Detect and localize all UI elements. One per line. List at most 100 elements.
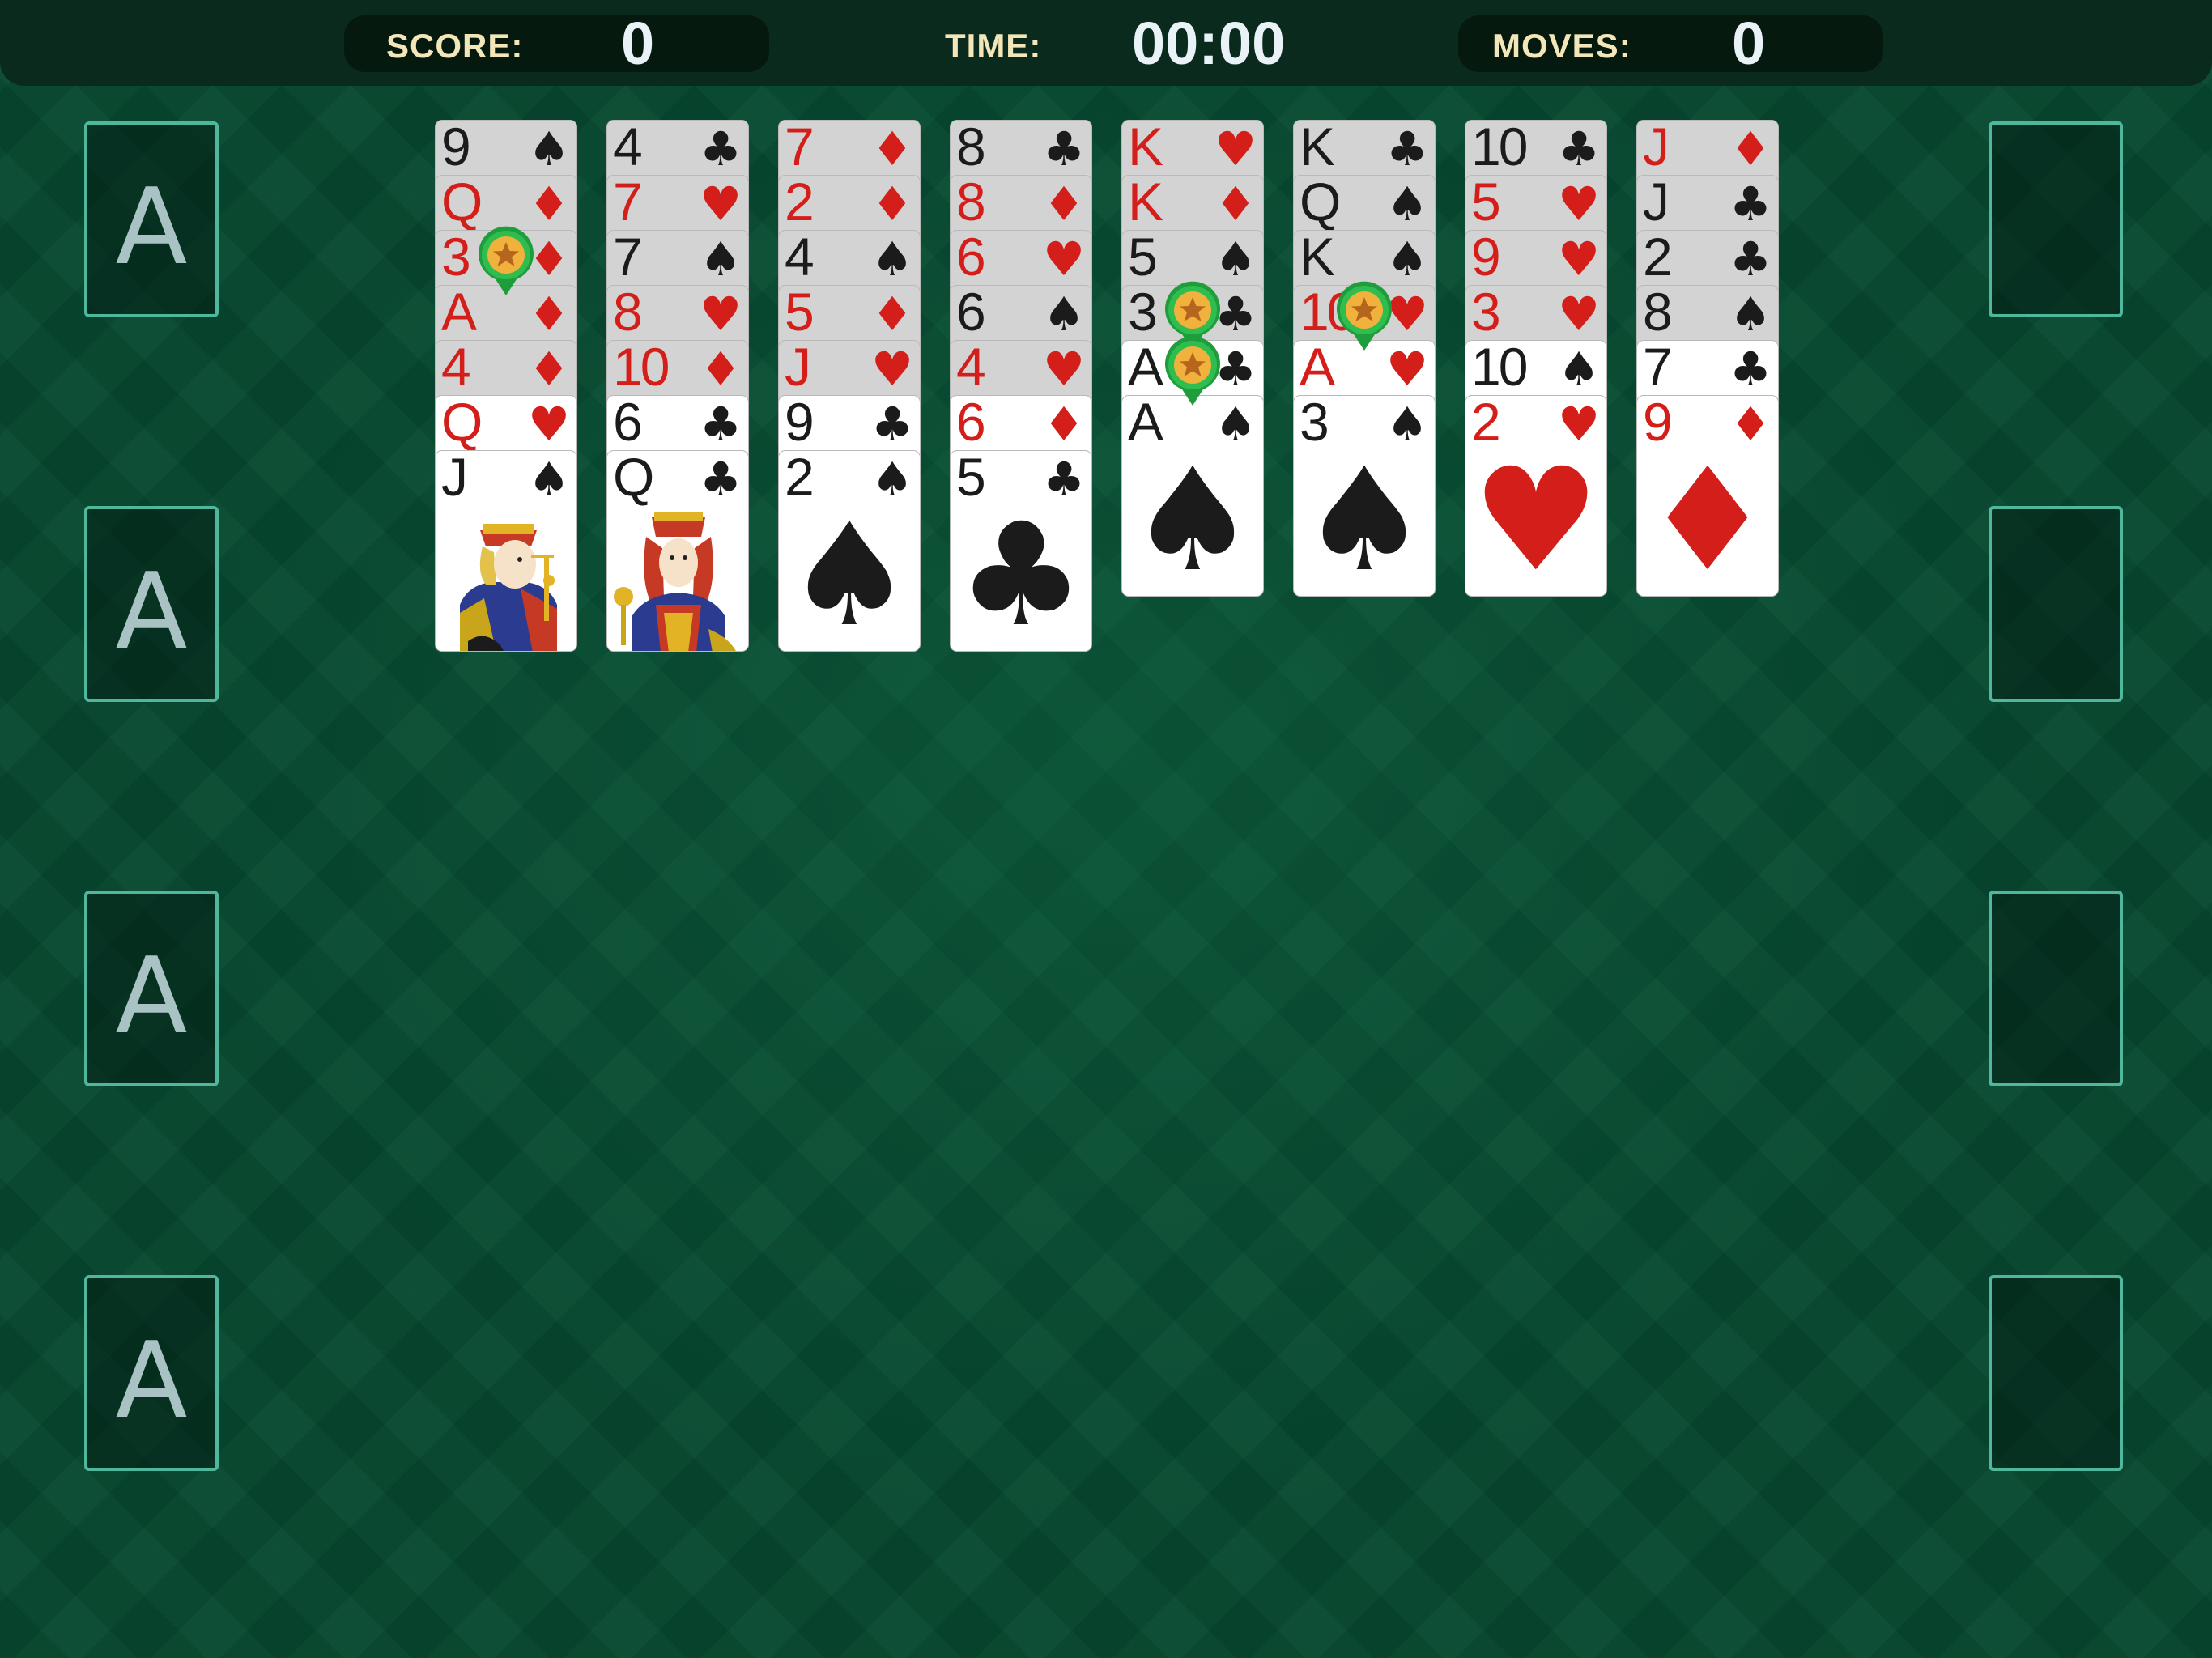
star-badge-icon xyxy=(1334,281,1394,351)
card-suit-icon: ♥ xyxy=(1043,232,1085,287)
card-suit-icon: ♥ xyxy=(1043,342,1085,397)
card-rank: 4 xyxy=(441,340,471,397)
card-rank: 3 xyxy=(441,230,471,287)
card-rank: A xyxy=(1128,340,1163,397)
card-rank: 3 xyxy=(1471,285,1501,342)
playing-card[interactable]: 2 ♥ ♥ xyxy=(1465,395,1607,597)
score-value: 0 xyxy=(621,10,655,77)
time-value: 00:00 xyxy=(1132,10,1286,77)
card-center-suit-icon: ♥ xyxy=(1472,437,1600,597)
card-rank: J xyxy=(441,450,468,507)
card-rank: 7 xyxy=(613,175,643,232)
card-suit-icon: ♦ xyxy=(528,176,570,232)
foundation-ace-label: A xyxy=(115,165,188,288)
card-center-suit-icon: ♠ xyxy=(1129,437,1257,597)
card-suit-icon: ♠ xyxy=(871,232,913,287)
playing-card[interactable]: A ♠ ♠ xyxy=(1121,395,1264,597)
card-rank: K xyxy=(1128,120,1163,176)
foundation-pile-2[interactable]: A xyxy=(84,506,219,702)
time-panel: TIME: 00:00 xyxy=(893,10,1318,77)
card-rank: 10 xyxy=(1471,340,1528,397)
card-suit-icon: ♥ xyxy=(1214,121,1257,176)
card-rank: 10 xyxy=(613,340,670,397)
card-rank: 9 xyxy=(785,395,815,452)
card-rank: 4 xyxy=(956,340,986,397)
card-rank: 8 xyxy=(956,120,986,176)
moves-panel: MOVES: 0 xyxy=(1458,10,1883,77)
foundation-pile-3[interactable]: A xyxy=(84,891,219,1086)
card-rank: 2 xyxy=(1643,230,1673,287)
free-cell-4[interactable] xyxy=(1989,1275,2123,1471)
foundation-ace-label: A xyxy=(115,1319,188,1442)
card-suit-icon: ♠ xyxy=(1558,342,1600,397)
card-suit-icon: ♦ xyxy=(1043,397,1085,452)
card-suit-icon: ♣ xyxy=(1729,176,1772,232)
card-suit-icon: ♦ xyxy=(528,342,570,397)
time-label: TIME: xyxy=(945,27,1042,65)
card-center-suit-icon: ♠ xyxy=(785,492,913,652)
card-suit-icon: ♦ xyxy=(871,176,913,232)
card-rank: A xyxy=(1300,340,1335,397)
card-rank: J xyxy=(785,340,811,397)
card-rank: Q xyxy=(441,395,483,452)
jack-portrait-icon xyxy=(436,508,577,652)
playing-card[interactable]: 9 ♦ ♦ xyxy=(1636,395,1779,597)
star-badge-icon xyxy=(1163,336,1223,406)
card-rank: Q xyxy=(441,175,483,232)
card-suit-icon: ♠ xyxy=(700,232,742,287)
card-suit-icon: ♥ xyxy=(528,397,570,452)
playing-card[interactable]: J ♠ xyxy=(435,450,577,652)
card-rank: K xyxy=(1128,175,1163,232)
card-rank: J xyxy=(1643,175,1670,232)
card-suit-icon: ♦ xyxy=(1043,176,1085,232)
card-rank: 10 xyxy=(1471,120,1528,176)
card-suit-icon: ♠ xyxy=(1043,287,1085,342)
free-cell-1[interactable] xyxy=(1989,121,2123,317)
card-suit-icon: ♣ xyxy=(1386,121,1428,176)
score-panel: SCORE: 0 xyxy=(344,10,769,77)
card-rank: 6 xyxy=(956,285,986,342)
card-rank: J xyxy=(1643,120,1670,176)
card-suit-icon: ♣ xyxy=(1729,232,1772,287)
card-suit-icon: ♠ xyxy=(1386,232,1428,287)
foundation-pile-4[interactable]: A xyxy=(84,1275,219,1471)
playing-card[interactable]: 3 ♠ ♠ xyxy=(1293,395,1436,597)
card-rank: 9 xyxy=(441,120,471,176)
playing-card[interactable]: 5 ♣ ♣ xyxy=(950,450,1092,652)
card-rank: Q xyxy=(613,450,654,507)
card-rank: 6 xyxy=(956,230,986,287)
card-suit-icon: ♦ xyxy=(871,287,913,342)
card-rank: A xyxy=(441,285,477,342)
card-rank: 4 xyxy=(785,230,815,287)
card-suit-icon: ♦ xyxy=(700,342,742,397)
card-rank: 6 xyxy=(613,395,643,452)
free-cell-2[interactable] xyxy=(1989,506,2123,702)
playing-card[interactable]: Q ♣ xyxy=(606,450,749,652)
card-rank: 7 xyxy=(785,120,815,176)
card-suit-icon: ♣ xyxy=(1558,121,1600,176)
foundation-pile-1[interactable]: A xyxy=(84,121,219,317)
card-rank: 6 xyxy=(956,395,986,452)
card-rank: 5 xyxy=(1471,175,1501,232)
card-rank: K xyxy=(1300,120,1335,176)
card-suit-icon: ♦ xyxy=(1214,176,1257,232)
card-rank: 7 xyxy=(613,230,643,287)
card-rank: 9 xyxy=(1471,230,1501,287)
foundation-ace-label: A xyxy=(115,934,188,1057)
card-rank: 8 xyxy=(956,175,986,232)
card-suit-icon: ♣ xyxy=(700,397,742,452)
free-cell-3[interactable] xyxy=(1989,891,2123,1086)
card-suit-icon: ♦ xyxy=(871,121,913,176)
card-center-suit-icon: ♠ xyxy=(1300,437,1428,597)
card-rank: 4 xyxy=(613,120,643,176)
card-suit-icon: ♥ xyxy=(700,176,742,232)
card-suit-icon: ♥ xyxy=(871,342,913,397)
card-suit-icon: ♣ xyxy=(700,121,742,176)
top-status-bar: SCORE: 0 TIME: 00:00 MOVES: 0 xyxy=(0,0,2212,86)
moves-label: MOVES: xyxy=(1492,27,1631,65)
card-suit-icon: ♠ xyxy=(528,121,570,176)
card-suit-icon: ♠ xyxy=(1214,232,1257,287)
playing-card[interactable]: 2 ♠ ♠ xyxy=(778,450,921,652)
moves-value: 0 xyxy=(1732,10,1766,77)
card-suit-icon: ♥ xyxy=(1558,176,1600,232)
